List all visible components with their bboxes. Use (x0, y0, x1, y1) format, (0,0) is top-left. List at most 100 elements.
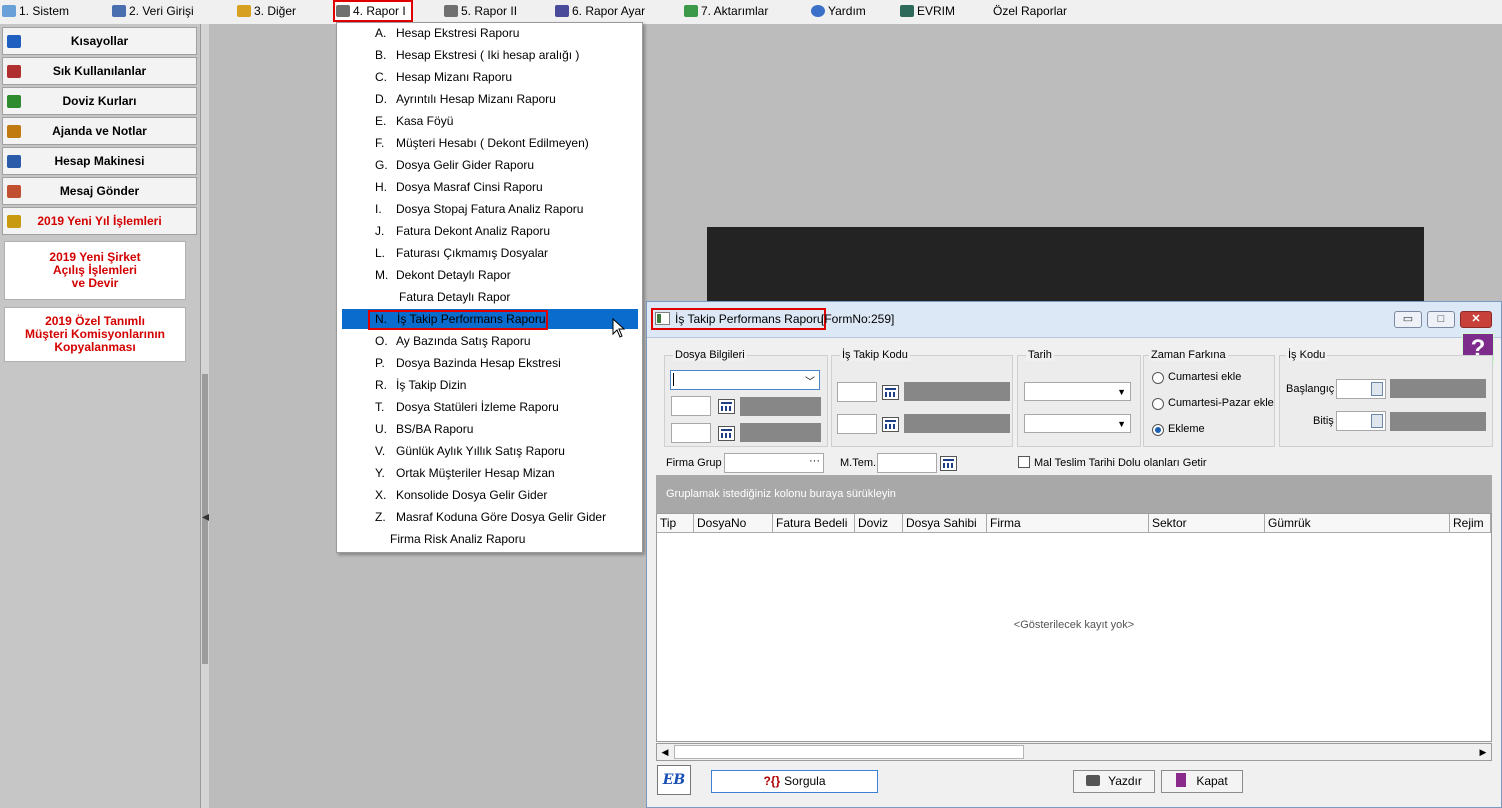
dropdown-item[interactable]: R. İş Takip Dizin (337, 375, 642, 395)
dropdown-item-label: Ortak Müşteriler Hesap Mizan (396, 466, 555, 480)
dropdown-item[interactable]: Y. Ortak Müşteriler Hesap Mizan (337, 463, 642, 483)
calendar-icon[interactable] (882, 385, 899, 400)
dropdown-item[interactable]: X. Konsolide Dosya Gelir Gider (337, 485, 642, 505)
column-header[interactable]: Fatura Bedeli (773, 514, 855, 532)
dropdown-item[interactable]: P. Dosya Bazinda Hesap Ekstresi (337, 353, 642, 373)
horizontal-scrollbar[interactable]: ◀ ▶ (656, 743, 1492, 761)
mtem-input[interactable] (877, 453, 937, 473)
column-header[interactable]: Dosya Sahibi (903, 514, 987, 532)
column-header[interactable]: Rejim (1450, 514, 1491, 532)
is-kodu-end-spinner[interactable] (1336, 411, 1386, 431)
calendar-icon[interactable] (718, 399, 735, 414)
dropdown-item-key: O. (375, 334, 388, 348)
dropdown-item[interactable]: Firma Risk Analiz Raporu (337, 529, 642, 549)
scroll-right-icon[interactable]: ▶ (1476, 745, 1490, 759)
scroll-left-icon[interactable]: ◀ (658, 745, 672, 759)
menu-yardim[interactable]: Yardım (811, 0, 866, 22)
dropdown-item[interactable]: F. Müşteri Hesabı ( Dekont Edilmeyen) (337, 133, 642, 153)
dropdown-arrow-icon: ▼ (1117, 387, 1126, 397)
menu-aktarimlar[interactable]: 7. Aktarımlar (684, 0, 768, 22)
dropdown-item[interactable]: V. Günlük Aylık Yıllık Satış Raporu (337, 441, 642, 461)
dosya-start-input[interactable] (671, 396, 711, 416)
sidebar-item-ajanda[interactable]: Ajanda ve Notlar (2, 117, 197, 145)
menu-veri-girisi[interactable]: 2. Veri Girişi (112, 0, 194, 22)
kapat-button[interactable]: Kapat (1161, 770, 1243, 793)
ellipsis-icon[interactable]: ··· (809, 455, 820, 467)
dropdown-item[interactable]: A. Hesap Ekstresi Raporu (337, 23, 642, 43)
maximize-button[interactable]: □ (1427, 311, 1455, 328)
is-takip-start-input[interactable] (837, 382, 877, 402)
menu-diger[interactable]: 3. Diğer (237, 0, 296, 22)
menu-ozel-raporlar[interactable]: Özel Raporlar (993, 0, 1067, 22)
ozel-komisyon-button[interactable]: 2019 Özel Tanımlı Müşteri Komisyonlarını… (4, 307, 186, 362)
dropdown-item-label: Konsolide Dosya Gelir Gider (396, 488, 548, 502)
spinner-icon[interactable] (1371, 382, 1383, 396)
menu-rapor-1[interactable]: 4. Rapor I (333, 0, 413, 22)
radio-ekleme[interactable] (1152, 424, 1164, 436)
dropdown-item-key: P. (375, 356, 385, 370)
menu-evrim[interactable]: EVRIM (900, 0, 955, 22)
spinner-icon[interactable] (1371, 414, 1383, 428)
mal-teslim-checkbox[interactable] (1018, 456, 1030, 468)
dropdown-item[interactable]: G. Dosya Gelir Gider Raporu (337, 155, 642, 175)
radio-cumartesi[interactable] (1152, 372, 1164, 384)
column-header[interactable]: DosyaNo (694, 514, 773, 532)
is-kodu-start-spinner[interactable] (1336, 379, 1386, 399)
menu-rapor-ayar[interactable]: 6. Rapor Ayar (555, 0, 645, 22)
dropdown-item[interactable]: N. İş Takip Performans Raporu (342, 309, 638, 330)
dropdown-item[interactable]: L. Faturası Çıkmamış Dosyalar (337, 243, 642, 263)
sidebar-item-mesaj-gonder[interactable]: Mesaj Gönder (2, 177, 197, 205)
column-header[interactable]: Sektor (1149, 514, 1265, 532)
radio-cumartesi-pazar[interactable] (1152, 398, 1164, 410)
title-bar[interactable]: İş Takip Performans Raporu [FormNo:259] … (647, 302, 1501, 338)
dropdown-item[interactable]: C. Hesap Mizanı Raporu (337, 67, 642, 87)
dropdown-item[interactable]: M. Dekont Detaylı Rapor (337, 265, 642, 285)
sidebar-item-kisayollar[interactable]: Kısayollar (2, 27, 197, 55)
dropdown-item[interactable]: B. Hesap Ekstresi ( Iki hesap aralığı ) (337, 45, 642, 65)
sidebar-item-yeni-yil[interactable]: 2019 Yeni Yıl İşlemleri (2, 207, 197, 235)
dropdown-item[interactable]: E. Kasa Föyü (337, 111, 642, 131)
dropdown-item[interactable]: I. Dosya Stopaj Fatura Analiz Raporu (337, 199, 642, 219)
close-button[interactable]: ✕ (1460, 311, 1492, 328)
column-header[interactable]: Firma (987, 514, 1149, 532)
sidebar-item-sik-kullanilanlar[interactable]: Sık Kullanılanlar (2, 57, 197, 85)
minimize-button[interactable]: ▭ (1394, 311, 1422, 328)
yazdir-button[interactable]: Yazdır (1073, 770, 1155, 793)
dropdown-item[interactable]: Z. Masraf Koduna Göre Dosya Gelir Gider (337, 507, 642, 527)
dropdown-item[interactable]: D. Ayrıntılı Hesap Mizanı Raporu (337, 89, 642, 109)
menu-sistem[interactable]: 1. Sistem (2, 0, 69, 22)
firma-grup-input[interactable]: ··· (724, 453, 824, 473)
dropdown-item[interactable]: H. Dosya Masraf Cinsi Raporu (337, 177, 642, 197)
column-header[interactable]: Tip (657, 514, 694, 532)
scroll-thumb[interactable] (674, 745, 1024, 759)
dosya-combo[interactable]: ﹀ (670, 370, 820, 390)
sorgula-button[interactable]: ?{} Sorgula (711, 770, 878, 793)
tarih-start-select[interactable]: ▼ (1024, 382, 1131, 401)
results-grid[interactable]: Tip DosyaNo Fatura Bedeli Doviz Dosya Sahibi… (656, 513, 1492, 742)
dropdown-item[interactable]: O. Ay Bazında Satış Raporu (337, 331, 642, 351)
column-header[interactable]: Gümrük (1265, 514, 1450, 532)
yeni-sirket-button[interactable]: 2019 Yeni Şirket Açılış İşlemleri ve Dev… (4, 241, 186, 300)
title-text: İş Takip Performans Raporu (675, 312, 824, 326)
dropdown-item[interactable]: T. Dosya Statüleri İzleme Raporu (337, 397, 642, 417)
panel-splitter[interactable]: ◀ (200, 24, 210, 808)
dropdown-item[interactable]: U. BS/BA Raporu (337, 419, 642, 439)
dropdown-item[interactable]: J. Fatura Dekont Analiz Raporu (337, 221, 642, 241)
column-header[interactable]: Doviz (855, 514, 903, 532)
calendar-icon[interactable] (940, 456, 957, 471)
group-label: İş Takip Kodu (840, 349, 910, 361)
group-by-area[interactable]: Gruplamak istediğiniz kolonu buraya sürü… (656, 475, 1492, 513)
dropdown-item-label: Dosya Masraf Cinsi Raporu (396, 180, 543, 194)
window-title: İş Takip Performans Raporu (651, 308, 826, 330)
dosya-end-input[interactable] (671, 423, 711, 443)
calendar-icon[interactable] (718, 426, 735, 441)
report2-printer-icon (444, 5, 458, 17)
sidebar-item-doviz-kurlari[interactable]: Doviz Kurları (2, 87, 197, 115)
sidebar-item-hesap-makinesi[interactable]: Hesap Makinesi (2, 147, 197, 175)
calendar-icon[interactable] (882, 417, 899, 432)
tarih-end-select[interactable]: ▼ (1024, 414, 1131, 433)
is-takip-end-input[interactable] (837, 414, 877, 434)
dropdown-item[interactable]: Fatura Detaylı Rapor (337, 287, 642, 307)
menu-rapor-2[interactable]: 5. Rapor II (444, 0, 517, 22)
bitis-label: Bitiş (1313, 415, 1334, 427)
